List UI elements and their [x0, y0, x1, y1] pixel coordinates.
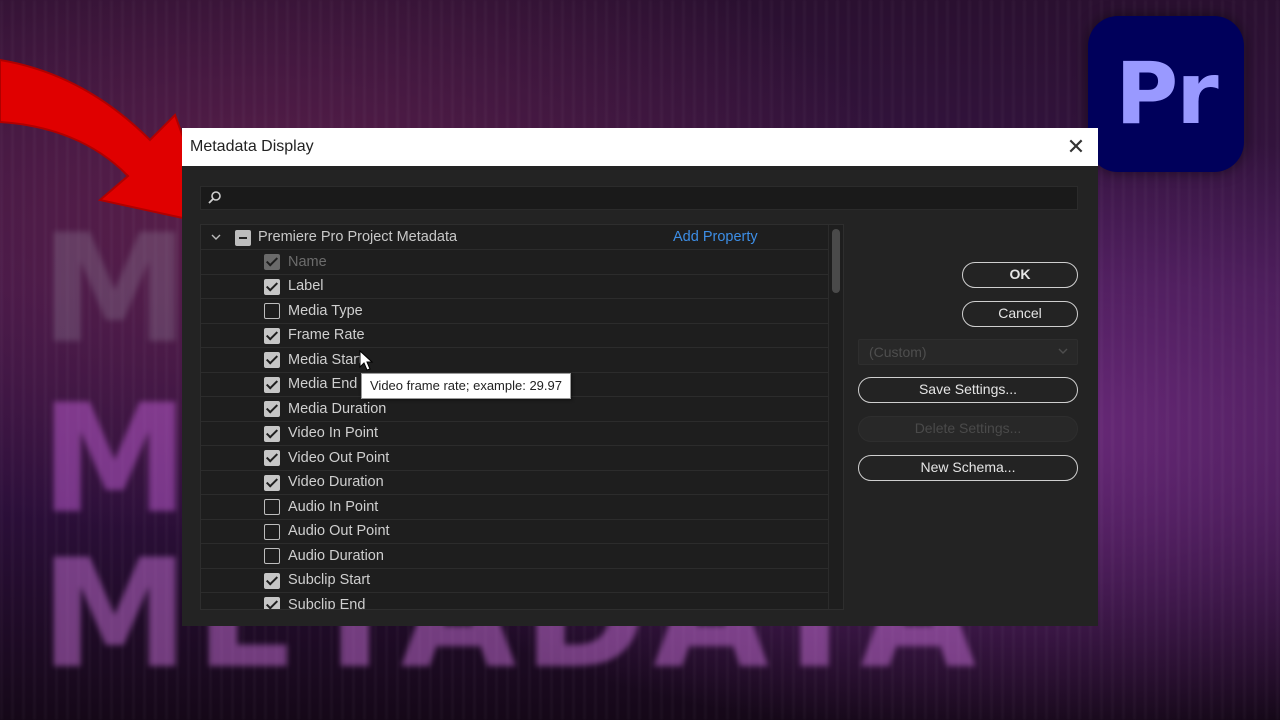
- item-checkbox: [264, 254, 280, 270]
- item-checkbox[interactable]: [264, 352, 280, 368]
- item-checkbox[interactable]: [264, 425, 280, 442]
- item-checkbox[interactable]: [264, 401, 280, 417]
- item-checkbox[interactable]: [264, 523, 280, 540]
- add-property-link[interactable]: Add Property: [673, 229, 758, 245]
- item-label: Audio In Point: [288, 498, 379, 515]
- metadata-item-row[interactable]: Label: [201, 275, 843, 299]
- item-label: Audio Out Point: [288, 523, 390, 540]
- item-checkbox[interactable]: [264, 474, 280, 491]
- dialog-title: Metadata Display: [190, 138, 314, 155]
- tooltip: Video frame rate; example: 29.97: [361, 373, 571, 399]
- metadata-item-row[interactable]: Media Duration: [201, 397, 843, 422]
- group-label: Premiere Pro Project Metadata: [258, 229, 458, 245]
- item-label: Video Duration: [288, 474, 384, 491]
- item-checkbox[interactable]: [264, 278, 280, 295]
- item-label: Frame Rate: [288, 327, 365, 344]
- chevron-down-icon[interactable]: [209, 230, 223, 244]
- item-label: Subclip End: [288, 596, 366, 610]
- item-label: Media Start: [288, 351, 363, 368]
- scrollbar[interactable]: [828, 225, 843, 609]
- metadata-item-row[interactable]: Audio Out Point: [201, 520, 843, 544]
- item-label: Subclip Start: [288, 572, 371, 589]
- metadata-item-row[interactable]: Audio In Point: [201, 495, 843, 520]
- item-checkbox[interactable]: [264, 548, 280, 564]
- item-checkbox[interactable]: [264, 303, 280, 319]
- metadata-display-dialog: Metadata Display ✕ Premiere Pro Project …: [182, 128, 1098, 626]
- metadata-item-row[interactable]: Video Duration: [201, 471, 843, 495]
- premiere-pro-logo: Pr: [1088, 16, 1244, 172]
- search-field[interactable]: [200, 186, 1078, 211]
- item-label: Media End: [288, 376, 358, 393]
- metadata-item-row[interactable]: Name: [201, 250, 843, 275]
- item-checkbox[interactable]: [264, 572, 280, 589]
- logo-text: Pr: [1115, 44, 1218, 144]
- item-checkbox[interactable]: [264, 327, 280, 344]
- preset-select-value: (Custom): [869, 344, 927, 360]
- item-label: Video Out Point: [288, 449, 390, 466]
- chevron-down-icon: [1058, 348, 1068, 354]
- group-checkbox[interactable]: [235, 230, 251, 246]
- save-settings-button[interactable]: Save Settings...: [858, 377, 1078, 403]
- search-input[interactable]: [227, 187, 1071, 211]
- cancel-button[interactable]: Cancel: [962, 301, 1078, 327]
- metadata-item-row[interactable]: Media Type: [201, 299, 843, 324]
- metadata-item-row[interactable]: Frame Rate: [201, 324, 843, 348]
- metadata-item-row[interactable]: Video In Point: [201, 422, 843, 446]
- ok-button[interactable]: OK: [962, 262, 1078, 288]
- scrollbar-thumb[interactable]: [832, 229, 840, 293]
- metadata-item-row[interactable]: Subclip End: [201, 593, 843, 610]
- new-schema-button[interactable]: New Schema...: [858, 455, 1078, 481]
- item-label: Media Type: [288, 302, 363, 319]
- dialog-body: Premiere Pro Project Metadata Add Proper…: [182, 166, 1098, 626]
- item-label: Audio Duration: [288, 547, 384, 564]
- search-icon: [208, 191, 221, 204]
- item-label: Name: [288, 253, 327, 270]
- item-label: Media Duration: [288, 400, 387, 417]
- metadata-items: Name Label Media Type Frame Rate Media Start…: [201, 250, 843, 610]
- close-icon[interactable]: ✕: [1064, 134, 1088, 160]
- preset-select[interactable]: (Custom): [858, 339, 1078, 365]
- metadata-item-row[interactable]: Audio Duration: [201, 544, 843, 569]
- mouse-cursor-icon: [359, 350, 374, 371]
- item-checkbox[interactable]: [264, 376, 280, 393]
- item-checkbox[interactable]: [264, 499, 280, 515]
- metadata-tree: Premiere Pro Project Metadata Add Proper…: [200, 224, 844, 610]
- item-checkbox[interactable]: [264, 597, 280, 609]
- metadata-item-row[interactable]: Video Out Point: [201, 446, 843, 471]
- metadata-item-row[interactable]: Media Start: [201, 348, 843, 373]
- dialog-titlebar: Metadata Display ✕: [182, 128, 1098, 166]
- item-label: Video In Point: [288, 425, 379, 442]
- metadata-item-row[interactable]: Subclip Start: [201, 569, 843, 593]
- item-label: Label: [288, 278, 324, 295]
- group-row: Premiere Pro Project Metadata Add Proper…: [201, 225, 843, 250]
- item-checkbox[interactable]: [264, 450, 280, 466]
- delete-settings-button: Delete Settings...: [858, 416, 1078, 442]
